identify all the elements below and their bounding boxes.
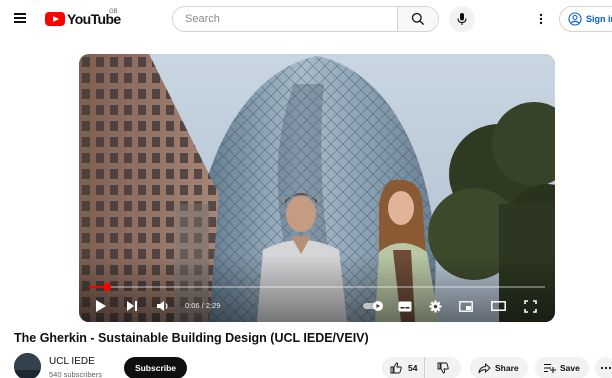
sign-in-button[interactable]: Sign in — [559, 6, 612, 32]
volume-icon — [157, 301, 168, 311]
more-vertical-icon — [539, 13, 543, 25]
captions-icon — [398, 301, 412, 311]
time-display: 0:06 / 2:29 — [185, 301, 220, 310]
autoplay-toggle-icon — [363, 301, 383, 311]
subtitles-button[interactable] — [395, 296, 415, 316]
like-count: 54 — [408, 363, 418, 373]
mute-button[interactable] — [153, 296, 173, 316]
theater-mode-button[interactable] — [488, 296, 508, 316]
dislike-button[interactable] — [425, 357, 461, 378]
fullscreen-icon — [523, 299, 537, 313]
video-frame — [79, 54, 555, 322]
like-dislike-group: 54 — [382, 357, 461, 378]
subscribe-button[interactable]: Subscribe — [124, 357, 187, 378]
next-button[interactable] — [122, 296, 142, 316]
channel-avatar[interactable] — [14, 353, 41, 378]
avatar-image — [14, 353, 41, 378]
time-current: 0:06 — [185, 301, 200, 310]
play-icon — [96, 300, 106, 312]
more-horizontal-icon — [600, 366, 612, 370]
share-icon — [478, 362, 491, 373]
account-icon — [568, 12, 582, 26]
channel-name[interactable]: UCL IEDE — [49, 356, 95, 367]
save-button[interactable]: Save — [535, 357, 589, 378]
save-playlist-icon — [544, 364, 556, 373]
next-icon — [127, 301, 137, 311]
settings-icon — [429, 300, 441, 312]
fullscreen-button[interactable] — [520, 296, 540, 316]
share-button[interactable]: Share — [470, 357, 528, 378]
time-total: 2:29 — [205, 301, 221, 310]
progress-bar[interactable] — [89, 283, 545, 291]
miniplayer-button[interactable] — [456, 296, 476, 316]
video-player[interactable]: 0:06 / 2:29 — [79, 54, 555, 322]
autoplay-toggle[interactable] — [362, 296, 386, 316]
search-button[interactable] — [397, 7, 438, 31]
sign-in-label: Sign in — [586, 14, 612, 24]
youtube-play-badge — [45, 12, 65, 26]
settings-button[interactable] — [425, 296, 445, 316]
menu-icon[interactable] — [14, 11, 30, 25]
voice-search-button[interactable] — [449, 6, 475, 32]
settings-menu-button[interactable] — [532, 10, 550, 28]
share-label: Share — [495, 363, 519, 373]
masthead: YouTube GB Sign in — [0, 0, 612, 38]
miniplayer-icon — [459, 300, 473, 312]
region-code: GB — [109, 9, 118, 15]
mic-icon — [457, 13, 467, 25]
player-controls: 0:06 / 2:29 — [79, 292, 555, 318]
search-box — [172, 6, 439, 32]
more-actions-button[interactable] — [595, 357, 612, 378]
subscriber-count: 540 subscribers — [49, 370, 102, 378]
video-title: The Gherkin - Sustainable Building Desig… — [14, 331, 369, 345]
thumb-down-icon — [437, 362, 449, 374]
like-button[interactable]: 54 — [382, 357, 426, 378]
thumb-up-icon — [390, 362, 402, 374]
search-input[interactable] — [173, 7, 397, 31]
play-button[interactable] — [91, 296, 111, 316]
search-icon — [411, 12, 425, 26]
theater-icon — [490, 301, 506, 311]
save-label: Save — [560, 363, 580, 373]
